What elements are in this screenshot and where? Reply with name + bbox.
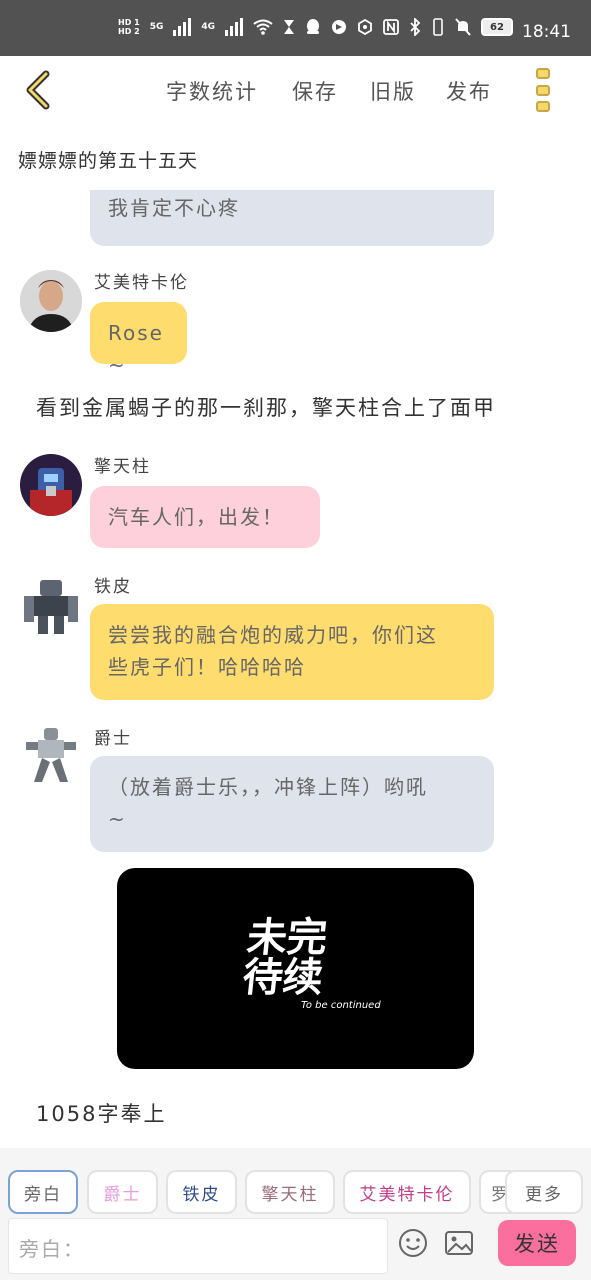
app-icon bbox=[332, 20, 346, 34]
role-chip-ironhide[interactable]: 铁皮 bbox=[166, 1170, 237, 1214]
wifi-icon bbox=[253, 19, 273, 35]
hexagon-icon bbox=[358, 19, 372, 35]
send-button[interactable]: 发送 bbox=[498, 1220, 576, 1266]
image-icon[interactable] bbox=[444, 1228, 474, 1258]
message-text-line2: 些虎子们！哈哈哈哈 bbox=[108, 655, 306, 679]
battery-icon: 62 bbox=[481, 18, 513, 36]
sender-name: 铁皮 bbox=[94, 577, 132, 597]
status-icons: HD 1 HD 2 5G 4G 62 bbox=[118, 18, 513, 36]
net2-label: 4G bbox=[201, 22, 215, 32]
old-version-button[interactable]: 旧版 bbox=[370, 76, 416, 106]
message-bubble[interactable]: 尝尝我的融合炮的威力吧，你们这 些虎子们！哈哈哈哈 bbox=[90, 604, 494, 700]
signal-icon-2 bbox=[225, 18, 243, 36]
word-count-button[interactable]: 字数统计 bbox=[166, 76, 258, 106]
image-title-line2: 待续 bbox=[240, 955, 326, 1001]
nfc-icon bbox=[383, 19, 399, 35]
message-input[interactable]: 旁白： bbox=[8, 1218, 388, 1274]
story-title: 嫖嫖嫖的第五十五天 bbox=[18, 150, 199, 172]
save-button[interactable]: 保存 bbox=[292, 76, 338, 106]
avatar-emmett[interactable] bbox=[20, 270, 82, 332]
editor-toolbar: 字数统计 保存 旧版 发布 bbox=[0, 56, 591, 126]
sender-name: 擎天柱 bbox=[94, 457, 151, 477]
message-text-line1: 尝尝我的融合炮的威力吧，你们这 bbox=[108, 623, 438, 647]
hd-indicator: HD 1 HD 2 bbox=[118, 18, 140, 36]
emoji-icon[interactable] bbox=[398, 1228, 428, 1258]
more-menu-icon[interactable] bbox=[536, 68, 554, 112]
message-text: 我肯定不心疼 bbox=[108, 196, 240, 220]
role-chip-emmett[interactable]: 艾美特卡伦 bbox=[343, 1170, 471, 1214]
message-bubble[interactable]: Rose ~ bbox=[90, 302, 187, 377]
avatar-jazz[interactable] bbox=[20, 724, 82, 786]
role-chip-optimus[interactable]: 擎天柱 bbox=[245, 1170, 335, 1214]
vibrate-icon bbox=[433, 18, 443, 36]
message-bubble[interactable]: 汽车人们，出发！ bbox=[90, 486, 320, 548]
status-bar: HD 1 HD 2 5G 4G 62 18:41 bbox=[0, 0, 591, 56]
message-bubble[interactable]: （放着爵士乐，，冲锋上阵）哟吼 ~ bbox=[90, 756, 494, 852]
bluetooth-icon bbox=[410, 18, 421, 36]
role-chip-narrator[interactable]: 旁白 bbox=[8, 1170, 78, 1214]
hourglass-icon bbox=[284, 20, 294, 34]
qq-icon bbox=[307, 19, 319, 34]
chat-list[interactable]: 我肯定不心疼 艾美特卡伦 Rose ~ 看到金属蝎子的那一刹那，擎天柱合上了面甲… bbox=[0, 190, 591, 1145]
publish-button[interactable]: 发布 bbox=[446, 76, 492, 106]
net1-label: 5G bbox=[149, 22, 164, 32]
narration-text: 看到金属蝎子的那一刹那，擎天柱合上了面甲 bbox=[36, 396, 496, 420]
signal-icon bbox=[173, 18, 192, 36]
narration-text: 1058字奉上 bbox=[36, 1102, 167, 1126]
image-message[interactable]: 未完 待续 To be continued bbox=[117, 868, 474, 1069]
message-text-line1: （放着爵士乐，，冲锋上阵）哟吼 bbox=[108, 775, 428, 799]
back-arrow-icon[interactable] bbox=[22, 70, 56, 110]
clock: 18:41 bbox=[522, 22, 571, 42]
input-bar: 旁白： 发送 bbox=[0, 1214, 591, 1280]
role-selector: 旁白 爵士 铁皮 擎天柱 艾美特卡伦 罗 更多 bbox=[0, 1148, 591, 1220]
image-subtitle: To be continued bbox=[301, 1000, 381, 1011]
avatar-ironhide[interactable] bbox=[20, 574, 82, 636]
role-chip-jazz[interactable]: 爵士 bbox=[87, 1170, 158, 1214]
more-roles-button[interactable]: 更多 bbox=[505, 1170, 583, 1214]
hd1-label: HD 1 bbox=[118, 18, 140, 27]
mute-icon bbox=[455, 18, 471, 36]
sender-name: 艾美特卡伦 bbox=[94, 273, 189, 293]
message-text: 汽车人们，出发！ bbox=[108, 505, 284, 529]
avatar-optimus[interactable] bbox=[20, 454, 82, 516]
hd2-label: HD 2 bbox=[118, 27, 140, 36]
image-title-line1: 未完 bbox=[244, 915, 330, 961]
battery-level: 62 bbox=[490, 21, 504, 33]
image-title: 未完 待续 bbox=[240, 915, 330, 1001]
message-text-line2: ~ bbox=[108, 807, 127, 831]
message-text: Rose ~ bbox=[108, 321, 164, 377]
sender-name: 爵士 bbox=[94, 729, 132, 749]
message-bubble-partial[interactable]: 我肯定不心疼 bbox=[90, 190, 494, 246]
